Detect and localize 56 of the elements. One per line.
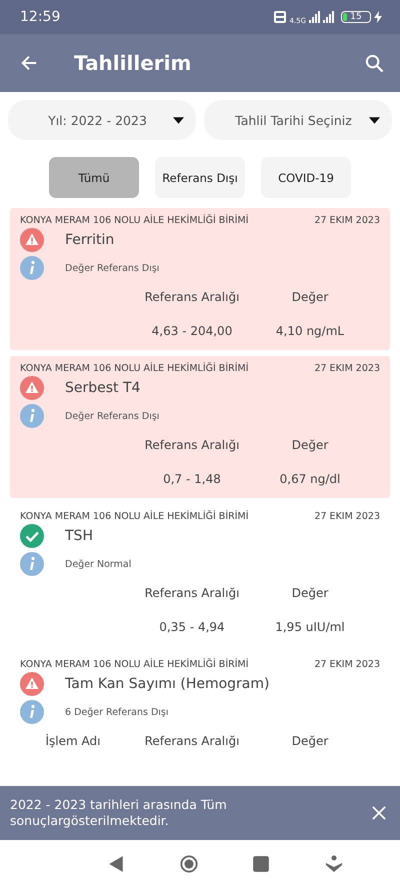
result-date: 27 EKIM 2023: [314, 363, 380, 374]
signal-icon: [323, 11, 334, 23]
status-note: Değer Referans Dışı: [65, 262, 160, 274]
lightning-icon: [374, 11, 382, 23]
status-note: 6 Değer Referans Dışı: [65, 706, 168, 718]
column-header: Değer: [290, 290, 330, 304]
table-cell-text: 0,7 - 1,48: [162, 472, 222, 486]
warning-icon: [20, 376, 44, 400]
institution-name: KONYA MERAM 106 NOLU AİLE HEKİMLİĞİ BİRİMİ: [20, 659, 249, 670]
filter-button[interactable]: Tümü: [49, 157, 139, 198]
snackbar-message: 2022 - 2023 tarihleri arasında Tüm sonuçlargösterilmektedir.: [10, 796, 228, 830]
result-date: 27 EKIM 2023: [314, 215, 380, 226]
signal-icon: [309, 11, 320, 23]
table-cell-text: 4,63 - 204,00: [150, 324, 234, 338]
result-date: 27 EKIM 2023: [314, 511, 380, 522]
close-icon[interactable]: [372, 806, 386, 820]
table-cell-text: 0,35 - 4,94: [158, 620, 226, 634]
test-name: Tam Kan Sayımı (Hemogram): [65, 676, 270, 692]
institution-name: KONYA MERAM 106 NOLU AİLE HEKİMLİĞİ BİRİMİ: [20, 511, 249, 522]
battery-percent: 15: [350, 12, 362, 22]
back-triangle-icon[interactable]: [107, 855, 126, 873]
home-circle-icon[interactable]: [180, 855, 198, 873]
column-header: Referans Aralığı: [144, 290, 240, 304]
column-header: Değer: [290, 586, 330, 600]
column-header: Referans Aralığı: [144, 438, 240, 452]
status-note: Değer Normal: [65, 558, 132, 570]
check-icon: [20, 524, 44, 548]
filter-button[interactable]: Referans Dışı: [155, 157, 245, 198]
column-header: Referans Aralığı: [144, 734, 240, 748]
column-header: Referans Aralığı: [144, 586, 240, 600]
column-header: Değer: [290, 438, 330, 452]
back-arrow-icon[interactable]: [20, 54, 38, 72]
filter-button[interactable]: COVID-19: [261, 157, 351, 198]
warning-icon: [20, 672, 44, 696]
table-cell-text: 4,10 ng/mL: [274, 324, 346, 338]
test-name: Ferritin: [65, 232, 114, 248]
search-icon[interactable]: [365, 54, 384, 72]
square-icon[interactable]: [252, 855, 270, 873]
result-date: 27 EKIM 2023: [314, 659, 380, 670]
test-name: Serbest T4: [65, 380, 140, 396]
status-note: Değer Referans Dışı: [65, 410, 160, 422]
dropdown[interactable]: Tahlil Tarihi Seçiniz: [204, 100, 392, 140]
caret-icon: [173, 116, 184, 124]
assistant-icon[interactable]: [324, 855, 343, 873]
dropdown[interactable]: Yıl: 2022 - 2023: [8, 100, 196, 140]
caret-icon: [369, 116, 380, 124]
warning-icon: [20, 228, 44, 252]
screen-title: Tahlillerim: [74, 51, 192, 75]
column-header: İşlem Adı: [44, 734, 102, 748]
table-cell-text: 0,67 ng/dl: [278, 472, 342, 486]
institution-name: KONYA MERAM 106 NOLU AİLE HEKİMLİĞİ BİRİMİ: [20, 363, 249, 374]
table-cell-text: 1,95 uIU/ml: [274, 620, 346, 634]
test-name: TSH: [65, 528, 93, 544]
column-header: Değer: [290, 734, 330, 748]
clock-time: 12:59: [20, 9, 60, 25]
institution-name: KONYA MERAM 106 NOLU AİLE HEKİMLİĞİ BİRİMİ: [20, 215, 249, 226]
